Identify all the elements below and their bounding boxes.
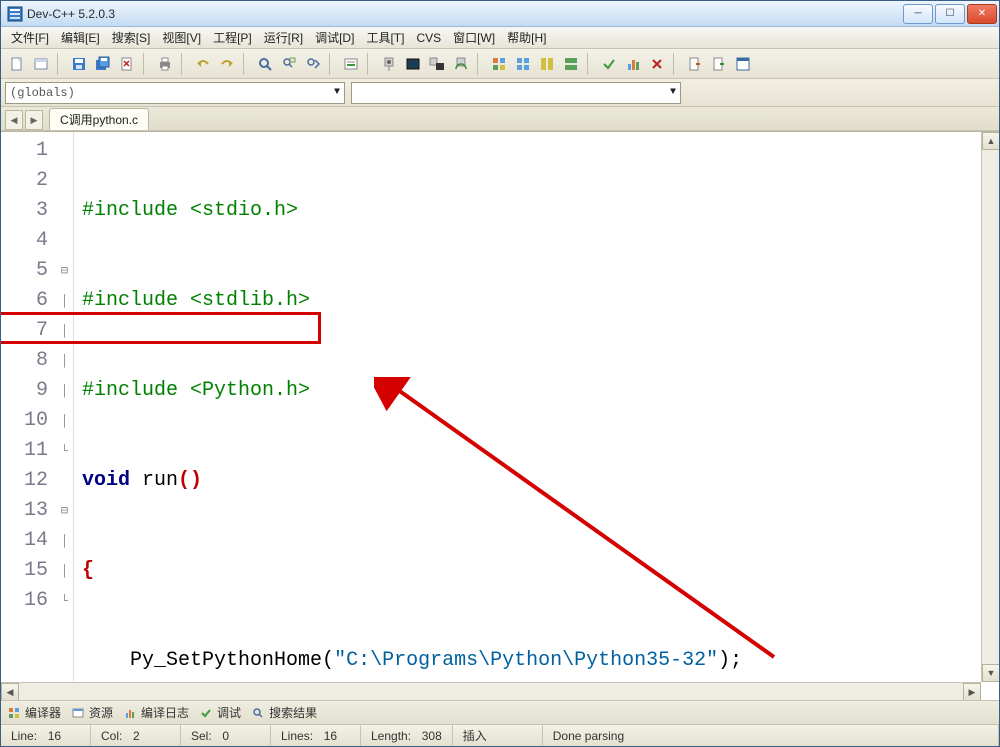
tab-label: C调用python.c [60,113,138,127]
statusbar: Line: 16 Col: 2 Sel: 0 Lines: 16 Length:… [1,724,999,746]
menu-file[interactable]: 文件[F] [5,27,55,48]
menu-tools[interactable]: 工具[T] [360,27,410,48]
delete-icon[interactable] [645,52,669,76]
status-parse: Done parsing [553,729,624,743]
class-browser-bar: (globals) ▼ ▼ [1,79,999,107]
find-results-icon [251,706,265,720]
toolbar-grid3-icon[interactable] [535,52,559,76]
titlebar: Dev-C++ 5.2.0.3 ─ ☐ ✕ [1,1,999,27]
app-icon [7,6,23,22]
goto-line-icon[interactable] [339,52,363,76]
menu-help[interactable]: 帮助[H] [501,27,552,48]
status-col: 2 [133,729,140,743]
menu-search[interactable]: 搜索[S] [106,27,157,48]
toolbar-grid4-icon[interactable] [559,52,583,76]
output-tabstrip: 编译器 资源 编译日志 调试 搜索结果 [1,700,999,724]
redo-icon[interactable] [215,52,239,76]
debug-check-icon[interactable] [597,52,621,76]
new-file-icon[interactable] [5,52,29,76]
bookmark-window-icon[interactable] [731,52,755,76]
resources-icon [71,706,85,720]
member-combo[interactable]: ▼ [351,82,681,104]
toolbar-grid1-icon[interactable] [487,52,511,76]
menu-edit[interactable]: 编辑[E] [55,27,106,48]
horizontal-scrollbar[interactable]: ◀ ▶ [1,682,981,700]
status-sel: 0 [222,729,229,743]
menu-view[interactable]: 视图[V] [156,27,207,48]
menu-debug[interactable]: 调试[D] [309,27,360,48]
tab-resources[interactable]: 资源 [71,704,113,721]
scroll-up-icon[interactable]: ▲ [982,132,999,150]
source-text[interactable]: #include <stdio.h> #include <stdlib.h> #… [74,132,981,682]
close-button[interactable]: ✕ [967,4,997,24]
print-icon[interactable] [153,52,177,76]
chevron-down-icon: ▼ [334,87,340,98]
toolbar-grid2-icon[interactable] [511,52,535,76]
toggle-bookmark-icon[interactable] [707,52,731,76]
app-window: Dev-C++ 5.2.0.3 ─ ☐ ✕ 文件[F] 编辑[E] 搜索[S] … [0,0,1000,747]
compiler-icon [7,706,21,720]
minimize-button[interactable]: ─ [903,4,933,24]
tab-debug[interactable]: 调试 [199,704,241,721]
scroll-right-icon[interactable]: ▶ [963,683,981,700]
line-gutter: 1 2 3 4 5 6 7 8 9 10 11 12 13 14 15 16 [1,132,56,682]
status-mode: 插入 [463,727,487,744]
editor-tabstrip: ◀ ▶ C调用python.c [1,107,999,131]
app-title: Dev-C++ 5.2.0.3 [27,7,901,21]
menu-cvs[interactable]: CVS [410,29,447,47]
debug-icon [199,706,213,720]
tab-prev-button[interactable]: ◀ [5,110,23,130]
profile-icon[interactable] [621,52,645,76]
menu-project[interactable]: 工程[P] [207,27,258,48]
annotation-highlight-box [1,312,321,344]
compile-icon[interactable] [377,52,401,76]
tab-compiler[interactable]: 编译器 [7,704,61,721]
goto-bookmark-icon[interactable] [683,52,707,76]
maximize-button[interactable]: ☐ [935,4,965,24]
rebuild-icon[interactable] [449,52,473,76]
tab-find-results[interactable]: 搜索结果 [251,704,317,721]
fold-gutter: ⊟ │││││└ ⊟ ││└ [56,132,74,682]
compile-log-icon [123,706,137,720]
compile-run-icon[interactable] [425,52,449,76]
tab-compile-log[interactable]: 编译日志 [123,704,189,721]
menu-run[interactable]: 运行[R] [258,27,309,48]
window-buttons: ─ ☐ ✕ [901,4,997,24]
scope-combo[interactable]: (globals) ▼ [5,82,345,104]
scope-value: (globals) [10,86,75,100]
save-all-icon[interactable] [91,52,115,76]
annotation-arrow-icon [374,377,794,667]
replace-icon[interactable] [277,52,301,76]
find-icon[interactable] [253,52,277,76]
status-length: 308 [422,729,442,743]
status-lines: 16 [324,729,337,743]
status-line: 16 [48,729,61,743]
scroll-left-icon[interactable]: ◀ [1,683,19,700]
find-next-icon[interactable] [301,52,325,76]
chevron-down-icon: ▼ [670,87,676,98]
run-icon[interactable] [401,52,425,76]
menubar: 文件[F] 编辑[E] 搜索[S] 视图[V] 工程[P] 运行[R] 调试[D… [1,27,999,49]
new-project-icon[interactable] [29,52,53,76]
code-editor[interactable]: 1 2 3 4 5 6 7 8 9 10 11 12 13 14 15 16 ⊟ [1,131,999,700]
vertical-scrollbar[interactable]: ▲ ▼ [981,132,999,682]
scroll-down-icon[interactable]: ▼ [982,664,999,682]
undo-icon[interactable] [191,52,215,76]
toolbar [1,49,999,79]
editor-tab[interactable]: C调用python.c [49,108,149,130]
tab-next-button[interactable]: ▶ [25,110,43,130]
close-file-icon[interactable] [115,52,139,76]
save-icon[interactable] [67,52,91,76]
menu-window[interactable]: 窗口[W] [447,27,501,48]
